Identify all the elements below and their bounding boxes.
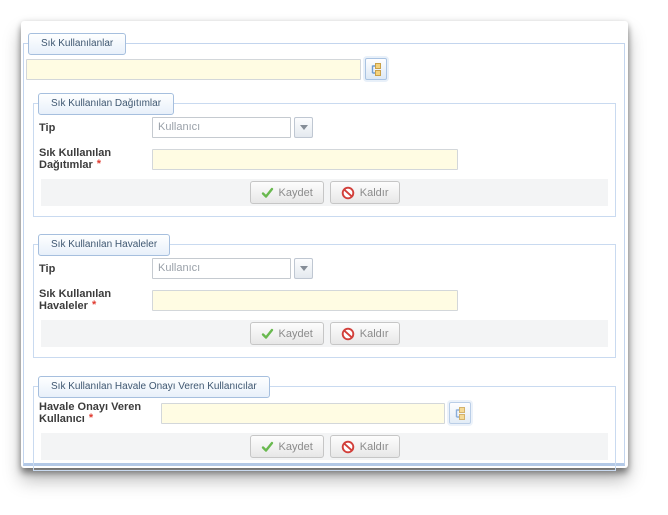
havaleler-input[interactable]	[152, 289, 458, 311]
red-prohibition-icon	[341, 440, 355, 454]
favorites-fieldset: Sık Kullanılanlar Sık Kullanılan Dağıtım…	[23, 33, 625, 471]
save-button-label: Kaydet	[278, 186, 313, 199]
section-dagitimlar: Sık Kullanılan Dağıtımlar Tip Kullanıcı …	[33, 93, 616, 217]
section-havaleler-legend: Sık Kullanılan Havaleler	[38, 234, 171, 256]
tip-select-arrow-button[interactable]	[294, 117, 313, 138]
havaleler-field-label-text: Sık Kullanılan Havaleler	[39, 288, 112, 312]
chevron-down-icon	[299, 125, 308, 130]
tip-select[interactable]: Kullanıcı	[152, 258, 291, 279]
button-bar: Kaydet Kaldır	[41, 320, 608, 347]
red-prohibition-icon	[341, 186, 355, 200]
green-check-icon	[261, 328, 274, 340]
section-havale-onay-legend: Sık Kullanılan Havale Onayı Veren Kullan…	[38, 376, 270, 398]
onay-veren-kullanici-input[interactable]	[161, 402, 445, 424]
havaleler-field-label: Sık Kullanılan Havaleler *	[39, 288, 152, 312]
org-chart-lookup-icon	[453, 406, 467, 420]
favorites-lookup-button[interactable]	[365, 58, 387, 80]
tip-label: Tip	[39, 121, 56, 134]
remove-button[interactable]: Kaldır	[329, 181, 400, 204]
green-check-icon	[261, 441, 274, 453]
favorites-fieldset-legend: Sık Kullanılanlar	[28, 33, 127, 55]
tip-select-arrow-button[interactable]	[294, 258, 313, 279]
org-chart-lookup-icon	[369, 62, 383, 76]
favorites-input-row	[26, 58, 624, 80]
onay-veren-kullanici-label: Havale Onayı Veren Kullanıcı *	[39, 401, 161, 425]
save-button-label: Kaydet	[278, 440, 313, 453]
tip-select[interactable]: Kullanıcı	[152, 117, 291, 138]
required-asterisk: *	[88, 412, 94, 424]
user-lookup-button[interactable]	[449, 402, 471, 424]
form-row-tip: Tip Kullanıcı	[39, 258, 615, 279]
remove-button[interactable]: Kaldır	[329, 435, 400, 458]
form-row-field: Sık Kullanılan Dağıtımlar *	[39, 147, 615, 171]
save-button-label: Kaydet	[278, 327, 313, 340]
required-asterisk: *	[91, 299, 97, 311]
form-row-tip: Tip Kullanıcı	[39, 117, 615, 138]
save-button[interactable]: Kaydet	[249, 181, 324, 204]
chevron-down-icon	[299, 266, 308, 271]
favorites-input[interactable]	[26, 58, 361, 80]
save-button[interactable]: Kaydet	[249, 435, 324, 458]
favorites-window: Sık Kullanılanlar Sık Kullanılan Dağıtım…	[21, 21, 628, 471]
section-havale-onay-kullanicilar: Sık Kullanılan Havale Onayı Veren Kullan…	[33, 376, 616, 471]
dagitimlar-input[interactable]	[152, 148, 458, 170]
green-check-icon	[261, 187, 274, 199]
form-row-field: Havale Onayı Veren Kullanıcı *	[39, 401, 615, 425]
save-button[interactable]: Kaydet	[249, 322, 324, 345]
red-prohibition-icon	[341, 327, 355, 341]
remove-button[interactable]: Kaldır	[329, 322, 400, 345]
section-dagitimlar-legend: Sık Kullanılan Dağıtımlar	[38, 93, 175, 115]
form-row-field: Sık Kullanılan Havaleler *	[39, 288, 615, 312]
section-havaleler: Sık Kullanılan Havaleler Tip Kullanıcı S…	[33, 234, 616, 358]
dagitimlar-field-label: Sık Kullanılan Dağıtımlar *	[39, 147, 152, 171]
remove-button-label: Kaldır	[359, 440, 389, 453]
button-bar: Kaydet Kaldır	[41, 179, 608, 206]
remove-button-label: Kaldır	[359, 186, 389, 199]
remove-button-label: Kaldır	[359, 327, 389, 340]
tip-label: Tip	[39, 262, 56, 275]
button-bar: Kaydet Kaldır	[41, 433, 608, 460]
required-asterisk: *	[96, 158, 102, 170]
